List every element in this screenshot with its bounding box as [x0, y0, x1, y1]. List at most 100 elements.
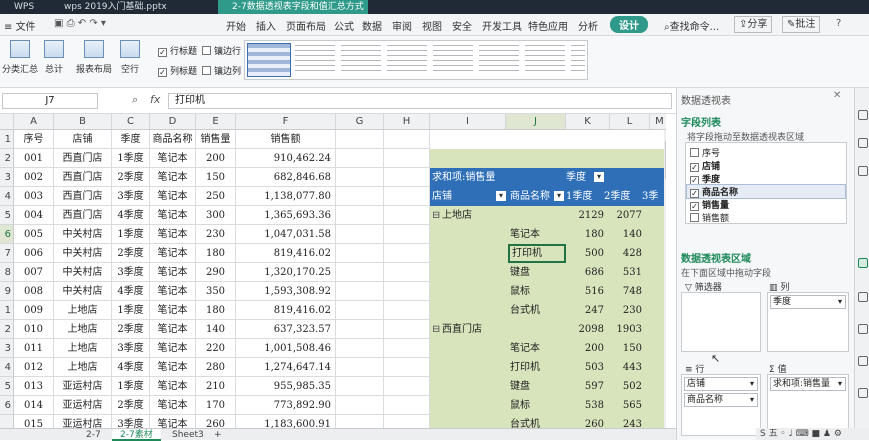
table-cell[interactable]: 010 — [14, 320, 54, 339]
table-cell[interactable]: 007 — [14, 263, 54, 282]
empty-cell[interactable] — [336, 225, 384, 244]
table-cell[interactable]: 1,274,647.14 — [236, 358, 336, 377]
table-cell[interactable]: 笔记本 — [150, 244, 196, 263]
table-header-cell[interactable]: 店铺 — [54, 130, 112, 149]
table-cell[interactable]: 笔记本 — [150, 149, 196, 168]
table-cell[interactable]: 637,323.57 — [236, 320, 336, 339]
pivot-item-name[interactable]: 鼠标 — [508, 282, 566, 301]
zoom-icon[interactable]: ⌕ — [132, 93, 138, 107]
search-command[interactable]: ⌕查找命令... — [664, 18, 719, 33]
pivot-item-name[interactable]: 笔记本 — [508, 225, 566, 244]
row-drop-zone[interactable]: 店铺 商品名称 — [681, 374, 761, 436]
table-cell[interactable]: 773,892.90 — [236, 396, 336, 415]
value-field-sum-quantity[interactable]: 求和项:销售量 — [770, 377, 846, 391]
table-cell[interactable]: 3季度 — [112, 187, 150, 206]
table-cell[interactable]: 002 — [14, 168, 54, 187]
backup-icon[interactable] — [858, 356, 868, 366]
column-header-E[interactable]: E — [196, 114, 236, 130]
pivot-column-filter-icon[interactable]: ▾ — [594, 172, 604, 182]
table-cell[interactable]: 上地店 — [54, 358, 112, 377]
empty-cell[interactable] — [336, 168, 384, 187]
pivot-item-q1[interactable]: 500 — [566, 244, 604, 263]
row-header[interactable]: 6 — [0, 225, 14, 244]
table-cell[interactable]: 220 — [196, 339, 236, 358]
window-tab-pptx[interactable]: wps 2019入门基础.pptx — [50, 0, 200, 14]
pivot-item-name[interactable]: 鼠标 — [508, 396, 566, 415]
pivot-item-q2[interactable]: 443 — [606, 358, 642, 377]
table-cell[interactable]: 910,462.24 — [236, 149, 336, 168]
row-field-store[interactable]: 店铺 — [684, 377, 758, 391]
row-header[interactable]: 5 — [0, 377, 14, 396]
table-cell[interactable]: 4季度 — [112, 358, 150, 377]
window-tab-wps[interactable]: WPS — [0, 0, 46, 14]
quick-access-icons[interactable]: ▣ ⎙ ↶ ↷ ▾ — [54, 18, 106, 29]
empty-cell[interactable] — [384, 358, 430, 377]
table-cell[interactable]: 西直门店 — [54, 168, 112, 187]
table-cell[interactable]: 005 — [14, 225, 54, 244]
empty-cell[interactable] — [384, 187, 430, 206]
table-cell[interactable]: 2季度 — [112, 396, 150, 415]
table-cell[interactable]: 1季度 — [112, 301, 150, 320]
more-icon[interactable]: ? — [836, 18, 841, 29]
empty-cell[interactable] — [384, 130, 430, 149]
field-item-amount[interactable]: 销售额 — [690, 211, 729, 224]
pivot-column-header[interactable]: 3季 — [642, 187, 666, 206]
empty-cell[interactable] — [384, 396, 430, 415]
pivot-item-q1[interactable]: 180 — [566, 225, 604, 244]
menu-item-security[interactable]: 安全 — [452, 18, 472, 33]
empty-cell[interactable] — [384, 282, 430, 301]
table-cell[interactable]: 上地店 — [54, 301, 112, 320]
add-sheet-button[interactable]: + — [206, 429, 230, 441]
table-header-cell[interactable]: 季度 — [112, 130, 150, 149]
field-item-quantity[interactable]: ✓ 销售量 — [690, 198, 729, 211]
table-cell[interactable]: 1,320,170.25 — [236, 263, 336, 282]
column-header-F[interactable]: F — [236, 114, 336, 130]
empty-cell[interactable] — [384, 149, 430, 168]
table-cell[interactable]: 008 — [14, 282, 54, 301]
row-header[interactable]: 1 — [0, 301, 14, 320]
banded-columns-checkbox[interactable]: 镶边列 — [202, 64, 241, 77]
filter-drop-zone[interactable] — [681, 292, 761, 352]
table-cell[interactable]: 011 — [14, 339, 54, 358]
pivot-item-q1[interactable]: 247 — [566, 301, 604, 320]
pivot-item-q2[interactable]: 150 — [606, 339, 642, 358]
tools-icon[interactable] — [858, 292, 868, 302]
table-cell[interactable]: 笔记本 — [150, 415, 196, 428]
column-header-H[interactable]: H — [384, 114, 430, 130]
style-swatch-selected[interactable] — [247, 43, 291, 77]
pivot-item-filter-icon[interactable]: ▾ — [554, 191, 564, 201]
table-cell[interactable]: 260 — [196, 415, 236, 428]
table-cell[interactable]: 亚运村店 — [54, 377, 112, 396]
table-cell[interactable]: 笔记本 — [150, 206, 196, 225]
row-header[interactable]: 9 — [0, 282, 14, 301]
table-cell[interactable]: 笔记本 — [150, 225, 196, 244]
empty-cell[interactable] — [336, 206, 384, 225]
file-menu[interactable]: ≡ 文件 — [4, 18, 36, 33]
table-cell[interactable]: 上地店 — [54, 339, 112, 358]
pivot-column-header[interactable]: 1季度 — [566, 187, 604, 206]
empty-cell[interactable] — [336, 320, 384, 339]
empty-cell[interactable] — [384, 301, 430, 320]
table-header-cell[interactable]: 商品名称 — [150, 130, 196, 149]
pivot-collapse-icon[interactable]: ⊟ — [432, 320, 442, 339]
share-button[interactable]: ⇪分享 — [734, 16, 773, 33]
table-cell[interactable]: 笔记本 — [150, 339, 196, 358]
blank-rows-button[interactable]: 空行 — [120, 40, 140, 75]
table-cell[interactable]: 250 — [196, 187, 236, 206]
field-item-store[interactable]: ✓ 店铺 — [690, 159, 720, 172]
pivot-item-q2[interactable]: 140 — [606, 225, 642, 244]
spreadsheet-grid[interactable]: A B C D E F G H I J K L M 1 2 3 4 5 6 7 8 9 1 2 3 4 5 6 序号 店铺 季度 商品名称 销售… — [0, 114, 666, 428]
pivot-item-name[interactable]: 打印机 — [508, 244, 566, 263]
table-cell[interactable]: 350 — [196, 282, 236, 301]
empty-cell[interactable] — [384, 415, 430, 428]
column-header-J[interactable]: J — [506, 114, 566, 130]
pivot-group-q2[interactable]: 1903 — [606, 320, 642, 339]
table-cell[interactable]: 中关村店 — [54, 244, 112, 263]
column-header-A[interactable]: A — [14, 114, 54, 130]
table-cell[interactable]: 009 — [14, 301, 54, 320]
pivot-item-q1[interactable]: 538 — [566, 396, 604, 415]
table-cell[interactable]: 亚运村店 — [54, 396, 112, 415]
column-field-quarter[interactable]: 季度 — [770, 295, 846, 309]
table-cell[interactable]: 笔记本 — [150, 263, 196, 282]
select-icon[interactable] — [858, 110, 868, 120]
